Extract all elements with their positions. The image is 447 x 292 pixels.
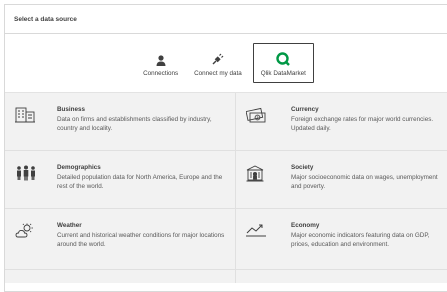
svg-text:$: $: [256, 115, 259, 120]
category-description: Current and historical weather condition…: [57, 232, 225, 248]
category-description: Major socioeconomic data on wages, unemp…: [291, 174, 438, 190]
people-group-icon: [15, 165, 39, 208]
source-qlik-datamarket[interactable]: Qlik DataMarket: [252, 43, 314, 83]
category-description: Detailed population data for North Ameri…: [57, 174, 223, 190]
category-description: Data on firms and establishments classif…: [57, 116, 212, 132]
category-title: Demographics: [57, 164, 101, 171]
category-title: Economy: [291, 222, 320, 229]
weather-icon: [15, 223, 39, 269]
category-weather[interactable]: Weather Current and historical weather c…: [5, 209, 236, 270]
building-icon: [15, 107, 39, 150]
trend-chart-icon: [246, 223, 270, 269]
category-society[interactable]: Society Major socioeconomic data on wage…: [236, 151, 447, 209]
source-qlik-datamarket-label: Qlik DataMarket: [260, 69, 306, 77]
qlik-logo-icon: [276, 50, 291, 66]
category-title: Business: [57, 106, 85, 113]
source-connect-my-data[interactable]: Connect my data: [189, 43, 247, 83]
category-description: Foreign exchange rates for major world c…: [291, 116, 434, 132]
source-connect-my-data-label: Connect my data: [194, 69, 242, 77]
category-grid: Business Data on firms and establishment…: [5, 93, 447, 283]
category-title: Weather: [57, 222, 82, 229]
category-title: Currency: [291, 106, 319, 113]
category-row-partial: [236, 270, 447, 283]
institution-icon: [246, 165, 270, 208]
category-row-partial: [5, 270, 236, 283]
source-selector: Connections Connect my data Qlik DataMar…: [5, 34, 447, 93]
dialog-title: Select a data source: [5, 5, 447, 34]
category-currency[interactable]: $ Currency Foreign exchange rates for ma…: [236, 93, 447, 151]
category-title: Society: [291, 164, 314, 171]
plug-icon: [211, 50, 224, 66]
banknote-icon: $: [245, 107, 270, 150]
source-connections-label: Connections: [143, 69, 179, 77]
source-connections[interactable]: Connections: [138, 43, 183, 83]
category-description: Major economic indicators featuring data…: [291, 232, 430, 248]
category-demographics[interactable]: Demographics Detailed population data fo…: [5, 151, 236, 209]
category-business[interactable]: Business Data on firms and establishment…: [5, 93, 236, 151]
category-economy[interactable]: Economy Major economic indicators featur…: [236, 209, 447, 270]
person-icon: [156, 50, 166, 66]
select-data-source-dialog: Select a data source Connections Connect…: [4, 4, 447, 292]
